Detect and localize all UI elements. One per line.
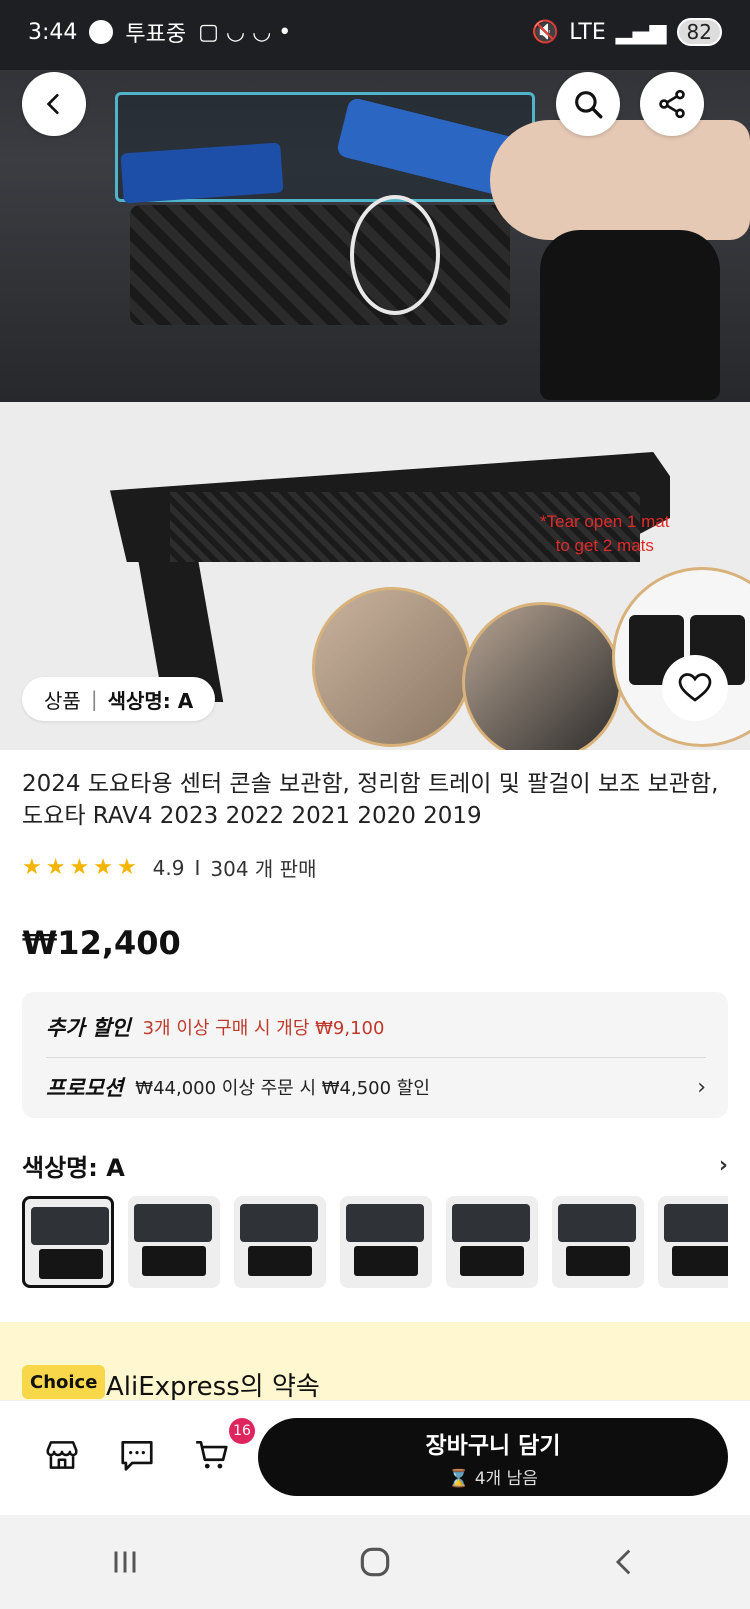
star-icon: ★: [22, 855, 42, 880]
home-icon: [360, 1547, 390, 1577]
detail-circle-2: [462, 602, 622, 750]
promotion-row[interactable]: 프로모션 ₩44,000 이상 주문 시 ₩4,500 할인 ›: [46, 1072, 706, 1102]
home-button[interactable]: [345, 1532, 405, 1592]
system-nav-bar: [0, 1515, 750, 1609]
status-bar: 3:44 투표중 ▢ ◡ ◡ • 🔇 LTE ▂▄▆ 82: [0, 0, 750, 64]
variant-thumbnails: [22, 1196, 728, 1292]
variant-chip-prefix: 상품: [44, 688, 81, 713]
rating-value: 4.9: [152, 855, 185, 880]
status-voting-text: 투표중: [125, 22, 187, 47]
share-button[interactable]: [640, 72, 704, 136]
chat-icon: [121, 1440, 153, 1471]
star-icon: ★: [69, 855, 90, 880]
choice-title: AliExpress의 약속: [106, 1372, 320, 1402]
recents-icon: [114, 1551, 136, 1573]
star-icon: ★: [116, 855, 137, 880]
back-arrow-icon: [46, 93, 59, 115]
mute-icon: 🔇: [531, 19, 560, 45]
chevron-right-icon: ›: [697, 1074, 706, 1100]
price: ₩12,400: [22, 924, 181, 962]
store-icon: [46, 1441, 78, 1469]
cart-icon: [196, 1440, 228, 1469]
mat-note-line1: *Tear open 1 mat: [540, 512, 670, 531]
cable-graphic: [350, 195, 440, 315]
mat-note: *Tear open 1 mat to get 2 mats: [540, 510, 669, 558]
star-icon: ★: [45, 855, 66, 880]
promo-box: 추가 할인 3개 이상 구매 시 개당 ₩9,100 프로모션 ₩44,000 …: [22, 992, 728, 1118]
hand-graphic: [490, 120, 750, 240]
console-mat-graphic: [130, 205, 510, 325]
extra-discount-label: 추가 할인: [46, 1016, 131, 1040]
promo-divider: [46, 1057, 706, 1058]
variant-thumb[interactable]: [658, 1196, 728, 1288]
heart-icon: [678, 673, 712, 702]
status-time: 3:44: [28, 19, 78, 45]
battery-indicator: 82: [676, 18, 722, 46]
back-button[interactable]: [22, 72, 86, 136]
search-icon: [575, 91, 603, 119]
chat-button[interactable]: [115, 1433, 159, 1477]
rating-separator: I: [194, 855, 201, 880]
color-selector-header[interactable]: 색상명: A ›: [22, 1148, 728, 1183]
product-page: 3:44 투표중 ▢ ◡ ◡ • 🔇 LTE ▂▄▆ 82 *Tear open…: [0, 0, 750, 1609]
product-title: 2024 도요타용 센터 콘솔 보관함, 정리함 트레이 및 팔걸이 보조 보관…: [22, 771, 719, 829]
promotion-text: ₩44,000 이상 주문 시 ₩4,500 할인: [135, 1078, 430, 1099]
add-to-cart-button[interactable]: 장바구니 담기 ⌛ 4개 남음: [258, 1418, 728, 1496]
star-icon: ★: [93, 855, 113, 880]
extra-discount-row: 추가 할인 3개 이상 구매 시 개당 ₩9,100: [46, 1012, 384, 1042]
notification-icon: ▢ ◡ ◡ •: [198, 19, 292, 45]
promotion-label: 프로모션: [46, 1076, 124, 1100]
signal-icon: ▂▄▆: [615, 19, 667, 45]
detail-circle-1: [312, 587, 472, 747]
share-icon: [659, 89, 685, 119]
variant-thumb[interactable]: [446, 1196, 538, 1288]
store-button[interactable]: [40, 1433, 84, 1477]
variant-chip[interactable]: 상품 | 색상명: A: [22, 677, 216, 721]
chevron-right-icon: ›: [718, 1153, 728, 1178]
rating-row[interactable]: ★ ★ ★ ★ ★ 4.9 I 304 개 판매: [22, 853, 316, 882]
extra-discount-text: 3개 이상 구매 시 개당 ₩9,100: [142, 1018, 385, 1039]
network-label: LTE: [569, 19, 606, 45]
cart-count-badge: 16: [229, 1418, 255, 1444]
variant-thumb[interactable]: [340, 1196, 432, 1288]
cart-button[interactable]: [190, 1433, 234, 1477]
stock-note: ⌛ 4개 남음: [448, 1468, 538, 1489]
mat-note-line2: to get 2 mats: [555, 536, 654, 555]
add-to-cart-label: 장바구니 담기: [425, 1432, 561, 1459]
system-back-button[interactable]: [595, 1532, 655, 1592]
variant-thumb[interactable]: [552, 1196, 644, 1288]
variant-thumb[interactable]: [128, 1196, 220, 1288]
wishlist-button[interactable]: [662, 655, 728, 721]
variant-chip-value: 색상명: A: [107, 688, 194, 713]
variant-thumb[interactable]: [234, 1196, 326, 1288]
sold-count: 304 개 판매: [210, 857, 317, 881]
gear-shifter-graphic: [540, 230, 720, 400]
search-button[interactable]: [556, 72, 620, 136]
color-selector-title: 색상명: A: [22, 1154, 125, 1182]
recents-button[interactable]: [95, 1532, 155, 1592]
choice-badge: Choice: [22, 1365, 106, 1399]
carrier-badge-icon: [89, 20, 114, 44]
variant-chip-separator: |: [90, 687, 98, 711]
back-chevron-icon: [615, 1549, 631, 1575]
variant-thumb[interactable]: [22, 1196, 114, 1288]
